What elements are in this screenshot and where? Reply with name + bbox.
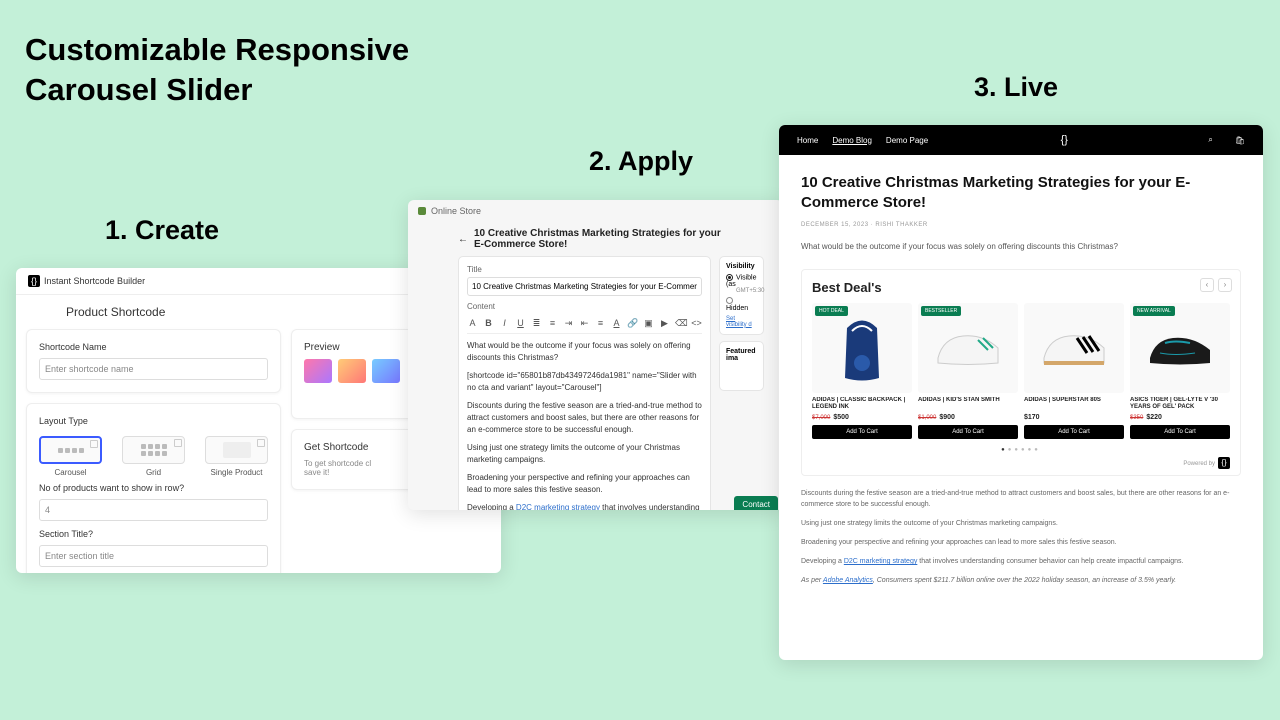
featured-image-label: Featured ima bbox=[726, 348, 757, 362]
add-to-cart-button[interactable]: Add To Cart bbox=[1024, 425, 1124, 439]
product-name: ASICS TIGER | GEL-LYTE V '30 YEARS OF GE… bbox=[1130, 397, 1230, 411]
d2c-link[interactable]: D2C marketing strategy bbox=[844, 558, 918, 565]
visibility-visible[interactable]: Visible (as bbox=[726, 274, 757, 288]
product-image: BESTSELLER bbox=[918, 303, 1018, 393]
article-meta: DECEMBER 15, 2023 · RISHI THAKKER bbox=[801, 222, 1241, 228]
shortcode-name-label: Shortcode Name bbox=[39, 342, 268, 352]
layout-grid[interactable]: Grid bbox=[122, 436, 185, 477]
add-to-cart-button[interactable]: Add To Cart bbox=[918, 425, 1018, 439]
deals-title: Best Deal's bbox=[812, 280, 1230, 295]
image-icon[interactable]: ▣ bbox=[643, 318, 654, 329]
layout-type-label: Layout Type bbox=[39, 416, 268, 426]
content-field-label: Content bbox=[467, 302, 702, 311]
product-name: ADIDAS | KID'S STAN SMITH bbox=[918, 397, 1018, 411]
panel-title: Product Shortcode bbox=[16, 295, 215, 329]
layout-carousel[interactable]: Carousel bbox=[39, 436, 102, 477]
editor-toolbar: A B I U ≣ ≡ ⇥ ⇤ ≡ A 🔗 ▣ ▶ ⌫ <> bbox=[467, 314, 702, 334]
nav-demo[interactable]: Demo Page bbox=[886, 136, 928, 145]
live-panel: Home Demo Blog Demo Page {} ⌕ 🛍 10 Creat… bbox=[779, 125, 1263, 660]
product-image bbox=[1024, 303, 1124, 393]
article-body: Discounts during the festive season are … bbox=[801, 488, 1241, 587]
indent-icon[interactable]: ⇥ bbox=[563, 318, 574, 329]
product-image: NEW ARRIVAL bbox=[1130, 303, 1230, 393]
editor-content[interactable]: What would be the outcome if your focus … bbox=[467, 340, 702, 510]
product-card: NEW ARRIVAL ASICS TIGER | GEL-LYTE V '30… bbox=[1130, 303, 1230, 439]
product-name: ADIDAS | SUPERSTAR 80S bbox=[1024, 397, 1124, 411]
article-lead: What would be the outcome if your focus … bbox=[801, 242, 1241, 251]
video-icon[interactable]: ▶ bbox=[659, 318, 670, 329]
visibility-label: Visibility bbox=[726, 263, 757, 270]
store-icon bbox=[418, 207, 426, 215]
section-title-input[interactable]: Enter section title bbox=[39, 545, 268, 567]
editor-title: 10 Creative Christmas Marketing Strategi… bbox=[474, 228, 733, 250]
row-count-label: No of products want to show in row? bbox=[39, 483, 268, 493]
article-title: 10 Creative Christmas Marketing Strategi… bbox=[801, 173, 1241, 214]
color-icon[interactable]: A bbox=[611, 318, 622, 329]
site-logo: {} bbox=[1061, 134, 1068, 146]
powered-icon: {} bbox=[1218, 457, 1230, 469]
step-2-label: 2. Apply bbox=[589, 146, 693, 177]
font-icon[interactable]: A bbox=[467, 318, 478, 329]
nav-blog[interactable]: Demo Blog bbox=[832, 136, 872, 145]
set-visibility-link[interactable]: Set visibility d bbox=[726, 316, 757, 328]
clear-icon[interactable]: ⌫ bbox=[675, 318, 686, 329]
carousel-next-icon[interactable]: › bbox=[1218, 278, 1232, 292]
step-1-label: 1. Create bbox=[105, 215, 219, 246]
breadcrumb[interactable]: Online Store bbox=[431, 206, 481, 216]
product-badge: HOT DEAL bbox=[815, 306, 848, 316]
layout-single[interactable]: Single Product bbox=[205, 436, 268, 477]
product-badge: BESTSELLER bbox=[921, 306, 961, 316]
search-icon[interactable]: ⌕ bbox=[1208, 135, 1212, 145]
title-input[interactable] bbox=[467, 277, 702, 296]
product-price: $350$220 bbox=[1130, 414, 1230, 421]
contact-button[interactable]: Contact bbox=[734, 496, 778, 510]
apply-panel: Online Store ← 10 Creative Christmas Mark… bbox=[408, 200, 783, 510]
app-name: Instant Shortcode Builder bbox=[44, 276, 145, 286]
app-icon: {} bbox=[28, 275, 40, 287]
powered-by: Powered by bbox=[1183, 461, 1215, 467]
product-card: ADIDAS | SUPERSTAR 80S $170 Add To Cart bbox=[1024, 303, 1124, 439]
product-image: HOT DEAL bbox=[812, 303, 912, 393]
align-icon[interactable]: ≡ bbox=[595, 318, 606, 329]
step-3-label: 3. Live bbox=[974, 72, 1058, 103]
add-to-cart-button[interactable]: Add To Cart bbox=[1130, 425, 1230, 439]
product-price: $1,000$900 bbox=[918, 414, 1018, 421]
section-title-label: Section Title? bbox=[39, 529, 268, 539]
product-name: ADIDAS | CLASSIC BACKPACK | LEGEND INK bbox=[812, 397, 912, 411]
outdent-icon[interactable]: ⇤ bbox=[579, 318, 590, 329]
code-icon[interactable]: <> bbox=[691, 318, 702, 329]
title-field-label: Title bbox=[467, 265, 702, 274]
carousel-prev-icon[interactable]: ‹ bbox=[1200, 278, 1214, 292]
product-price: $170 bbox=[1024, 414, 1124, 421]
back-icon[interactable]: ← bbox=[458, 234, 468, 245]
bold-icon[interactable]: B bbox=[483, 318, 494, 329]
link-icon[interactable]: 🔗 bbox=[627, 318, 638, 329]
nav-home[interactable]: Home bbox=[797, 136, 818, 145]
row-count-input[interactable]: 4 bbox=[39, 499, 268, 521]
adobe-link[interactable]: Adobe Analytics bbox=[823, 577, 873, 584]
cart-icon[interactable]: 🛍 bbox=[1235, 136, 1245, 145]
product-card: BESTSELLER ADIDAS | KID'S STAN SMITH $1,… bbox=[918, 303, 1018, 439]
visibility-hidden[interactable]: Hidden bbox=[726, 297, 757, 311]
carousel-dots[interactable]: ●●●●●● bbox=[812, 447, 1230, 453]
numlist-icon[interactable]: ≡ bbox=[547, 318, 558, 329]
product-price: $7,000$500 bbox=[812, 414, 912, 421]
list-icon[interactable]: ≣ bbox=[531, 318, 542, 329]
deals-section: Best Deal's ‹ › HOT DEAL ADIDAS | CLASSIC… bbox=[801, 269, 1241, 476]
hero-title: Customizable Responsive Carousel Slider bbox=[25, 30, 409, 111]
product-card: HOT DEAL ADIDAS | CLASSIC BACKPACK | LEG… bbox=[812, 303, 912, 439]
product-badge: NEW ARRIVAL bbox=[1133, 306, 1175, 316]
shortcode-name-input[interactable]: Enter shortcode name bbox=[39, 358, 268, 380]
add-to-cart-button[interactable]: Add To Cart bbox=[812, 425, 912, 439]
underline-icon[interactable]: U bbox=[515, 318, 526, 329]
italic-icon[interactable]: I bbox=[499, 318, 510, 329]
